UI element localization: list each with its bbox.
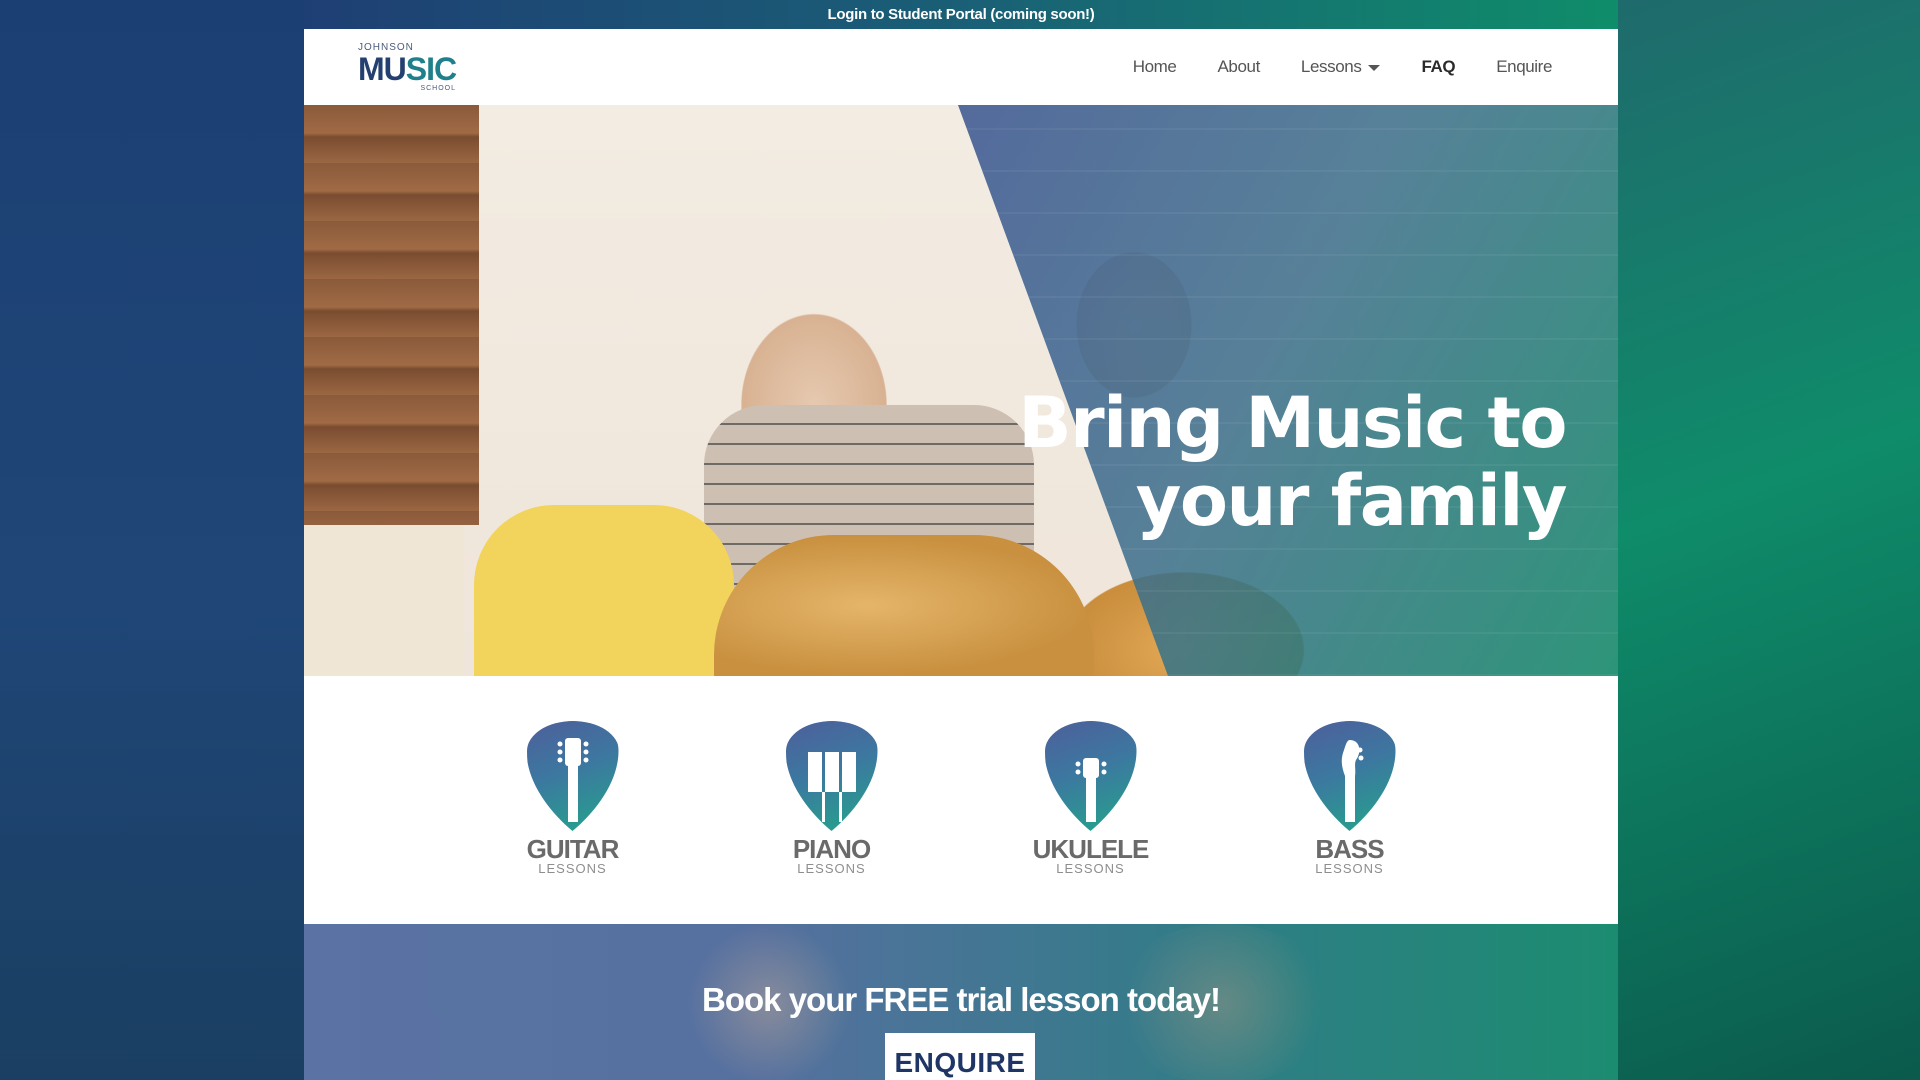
main-nav: Home About Lessons FAQ Enquire xyxy=(1133,57,1553,77)
lesson-subtitle: LESSONS xyxy=(1056,861,1125,876)
bass-pick-badge xyxy=(1304,721,1396,831)
lesson-title: GUITAR xyxy=(526,834,620,864)
chevron-down-icon xyxy=(1368,64,1381,71)
page-background-right xyxy=(1618,0,1920,1080)
hero-pillow xyxy=(304,525,464,676)
lesson-subtitle: LESSONS xyxy=(538,861,607,876)
student-portal-link[interactable]: Login to Student Portal (coming soon!) xyxy=(304,0,1618,29)
nav-lessons-label: Lessons xyxy=(1300,57,1362,76)
hero-girl xyxy=(474,505,734,676)
lesson-title: UKULELE xyxy=(1032,834,1150,864)
hero-banner: Bring Music to your family xyxy=(304,105,1618,676)
logo[interactable]: JOHNSON MUSIC SCHOOL xyxy=(358,42,458,92)
lesson-subtitle: LESSONS xyxy=(797,861,866,876)
guitar-pick-badge xyxy=(527,721,619,831)
lesson-card-ukulele[interactable]: UKULELE LESSONS xyxy=(1008,676,1174,924)
logo-sub-text: SCHOOL xyxy=(420,84,456,92)
logo-main-text: MUSIC xyxy=(358,53,458,85)
website: Login to Student Portal (coming soon!) J… xyxy=(304,0,1618,1080)
ukulele-icon xyxy=(1061,730,1121,822)
lesson-card-piano[interactable]: PIANO LESSONS xyxy=(749,676,915,924)
logo-part-1: MU xyxy=(358,50,407,87)
nav-faq[interactable]: FAQ xyxy=(1421,57,1455,77)
nav-home[interactable]: Home xyxy=(1133,57,1177,77)
lesson-title: BASS xyxy=(1315,834,1384,864)
guitar-icon xyxy=(543,730,603,822)
navbar: JOHNSON MUSIC SCHOOL Home About Lessons … xyxy=(304,29,1618,105)
hero-title: Bring Music to your family xyxy=(1006,381,1568,542)
enquire-button[interactable]: ENQUIRE xyxy=(885,1033,1035,1080)
lesson-card-guitar[interactable]: GUITAR LESSONS xyxy=(490,676,656,924)
lesson-subtitle: LESSONS xyxy=(1315,861,1384,876)
hero-guitar xyxy=(714,535,1094,676)
hero-wood-wall xyxy=(304,105,479,525)
lesson-title: PIANO xyxy=(792,834,871,864)
hero-title-line-2: your family xyxy=(1135,459,1568,542)
nav-enquire[interactable]: Enquire xyxy=(1496,57,1552,77)
page-background-left xyxy=(0,0,304,1080)
nav-about[interactable]: About xyxy=(1217,57,1260,77)
hero-title-line-1: Bring Music to xyxy=(1018,381,1567,464)
cta-heading: Book your FREE trial lesson today! xyxy=(702,981,1221,1018)
piano-icon xyxy=(802,730,862,822)
nav-lessons[interactable]: Lessons xyxy=(1301,57,1381,77)
ukulele-pick-badge xyxy=(1045,721,1137,831)
logo-part-2: S xyxy=(405,50,427,87)
lessons-section: GUITAR LESSONS PIANO LESSONS UKULELE LES… xyxy=(304,676,1618,924)
logo-part-3: IC xyxy=(426,50,457,87)
trial-lesson-banner: Book your FREE trial lesson today! ENQUI… xyxy=(304,924,1618,1080)
bass-icon xyxy=(1320,730,1380,822)
piano-pick-badge xyxy=(786,721,878,831)
lesson-card-bass[interactable]: BASS LESSONS xyxy=(1267,676,1433,924)
